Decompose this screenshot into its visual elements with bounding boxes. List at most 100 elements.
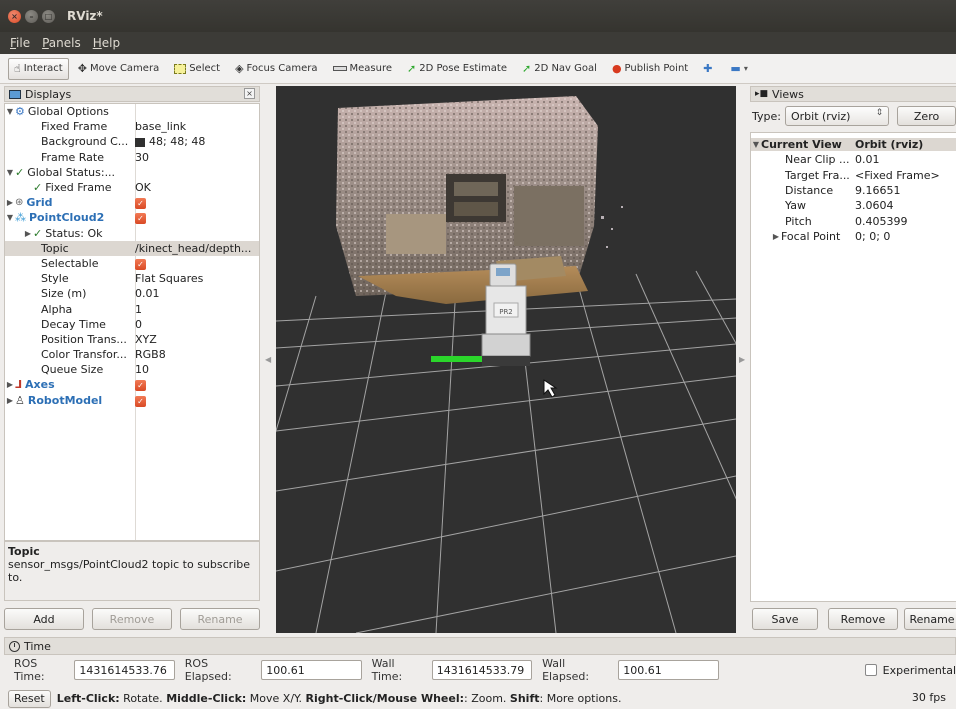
tree-row-pointcloud2[interactable]: ▼ ⁂ PointCloud2 ✓ [5,210,259,225]
row-value[interactable]: 0.405399 [855,215,956,228]
maximize-window-button[interactable]: □ [42,9,55,23]
tree-row-queue-size[interactable]: Queue Size 10 [5,362,259,377]
add-tool-button[interactable]: ✚ [697,58,721,80]
tree-row-topic[interactable]: Topic /kinect_head/depth... [5,240,259,256]
wall-time-field[interactable]: 1431614533.79 [431,660,533,680]
enabled-checkbox[interactable]: ✓ [135,395,146,407]
move-camera-tool-button[interactable]: ✥ Move Camera [72,58,165,80]
tree-row-fixed-frame-status[interactable]: ✓ Fixed Frame OK [5,180,259,195]
row-value[interactable]: 0; 0; 0 [855,230,956,243]
minimize-window-button[interactable]: – [25,9,38,23]
interact-tool-button[interactable]: ☝ Interact [8,57,69,80]
menu-help[interactable]: Help [93,36,120,50]
experimental-checkbox[interactable] [864,664,877,676]
zero-view-button[interactable]: Zero [897,106,956,126]
row-value[interactable]: 0.01 [855,153,956,166]
row-value[interactable]: 1 [135,303,259,316]
row-value: Orbit (rviz) [855,138,956,152]
enabled-checkbox[interactable]: ✓ [135,380,146,392]
row-value[interactable]: 48; 48; 48 [149,135,205,148]
view-row-current-view[interactable]: ▼ Current View Orbit (rviz) [751,137,956,152]
tree-row-frame-rate[interactable]: Frame Rate 30 [5,150,259,165]
menu-panels[interactable]: Panels [42,36,81,50]
row-value[interactable]: Flat Squares [135,272,259,285]
tree-row-axes[interactable]: ▶ ⅃ Axes ✓ [5,377,259,392]
view-row-focal-point[interactable]: ▶ Focal Point 0; 0; 0 [751,229,956,244]
remove-display-button[interactable]: Remove [92,608,172,630]
pose-estimate-tool-button[interactable]: ➚ 2D Pose Estimate [401,58,513,80]
rename-view-button[interactable]: Rename [904,608,956,630]
wall-elapsed-field[interactable]: 100.61 [618,660,719,680]
ros-time-field[interactable]: 1431614533.76 [74,660,175,680]
view-row-near-clip[interactable]: Near Clip ... 0.01 [751,152,956,167]
expand-arrow-icon[interactable]: ▼ [5,213,15,222]
row-value[interactable]: 0 [135,318,259,331]
remove-view-button[interactable]: Remove [828,608,898,630]
tree-row-position-transformer[interactable]: Position Trans... XYZ [5,332,259,347]
tree-row-global-options[interactable]: ▼ ⚙ Global Options [5,104,259,119]
view-row-yaw[interactable]: Yaw 3.0604 [751,198,956,213]
color-swatch[interactable] [135,137,145,147]
row-value[interactable]: 9.16651 [855,184,956,197]
splitter-left-arrow-icon[interactable]: ◀ [265,355,271,364]
expand-arrow-icon[interactable]: ▼ [5,168,15,177]
shelf-compartment [454,202,498,216]
collapse-arrow-icon[interactable]: ▶ [23,229,33,238]
tree-row-status-ok[interactable]: ▶ ✓ Status: Ok [5,226,259,241]
tree-row-color-transformer[interactable]: Color Transfor... RGB8 [5,347,259,362]
view-row-target-frame[interactable]: Target Fra... <Fixed Frame> [751,168,956,183]
row-name: Near Clip ... [785,153,850,167]
tree-row-global-status[interactable]: ▼ ✓ Global Status:... [5,165,259,180]
tree-row-robot-model[interactable]: ▶ ♙ RobotModel ✓ [5,393,259,408]
tree-row-alpha[interactable]: Alpha 1 [5,301,259,316]
reset-button[interactable]: Reset [8,689,51,708]
row-name: Topic [41,241,69,255]
add-display-button[interactable]: Add [4,608,84,630]
tree-row-style[interactable]: Style Flat Squares [5,271,259,286]
enabled-checkbox[interactable]: ✓ [135,198,146,210]
publish-point-tool-button[interactable]: ● Publish Point [606,58,694,80]
tree-row-grid[interactable]: ▶ ⊛ Grid ✓ [5,195,259,210]
remove-tool-button[interactable]: ▬ ▾ [724,58,753,80]
row-value[interactable]: <Fixed Frame> [855,169,956,182]
view-row-distance[interactable]: Distance 9.16651 [751,183,956,198]
close-panel-icon[interactable]: × [244,88,255,99]
tree-row-background-color[interactable]: Background C... 48; 48; 48 [5,134,259,149]
expand-arrow-icon[interactable]: ▼ [5,107,15,116]
render-viewport[interactable]: PR2 [276,86,736,633]
expand-arrow-icon[interactable]: ▼ [751,140,761,149]
collapse-arrow-icon[interactable]: ▶ [5,396,15,405]
rename-display-button[interactable]: Rename [180,608,260,630]
collapse-arrow-icon[interactable]: ▶ [5,198,15,207]
select-tool-button[interactable]: Select [168,58,226,80]
view-row-pitch[interactable]: Pitch 0.405399 [751,213,956,228]
nav-goal-tool-button[interactable]: ➚ 2D Nav Goal [516,58,603,80]
row-value[interactable]: 3.0604 [855,199,956,212]
experimental-toggle[interactable]: Experimental [864,664,956,677]
green-arrow-icon: ➚ [521,62,532,75]
row-value[interactable]: XYZ [135,333,259,346]
selectable-checkbox[interactable]: ✓ [135,258,146,270]
row-value[interactable]: /kinect_head/depth... [135,242,259,255]
row-value[interactable]: 10 [135,363,259,376]
tree-row-decay-time[interactable]: Decay Time 0 [5,317,259,332]
row-value[interactable]: RGB8 [135,348,259,361]
row-value[interactable]: 0.01 [135,287,259,300]
row-value[interactable]: 30 [135,151,259,164]
description-text: sensor_msgs/PointCloud2 topic to subscri… [8,558,251,584]
close-window-button[interactable]: × [8,9,21,23]
row-value[interactable]: base_link [135,120,259,133]
measure-tool-button[interactable]: Measure [327,58,399,80]
collapse-arrow-icon[interactable]: ▶ [771,232,781,241]
collapse-arrow-icon[interactable]: ▶ [5,380,15,389]
ros-elapsed-field[interactable]: 100.61 [261,660,362,680]
view-type-select[interactable]: Orbit (rviz) ⇕ [784,106,890,126]
splitter-right-arrow-icon[interactable]: ▶ [739,355,745,364]
enabled-checkbox[interactable]: ✓ [135,213,146,225]
tree-row-size[interactable]: Size (m) 0.01 [5,286,259,301]
menu-file[interactable]: File [10,36,30,50]
save-view-button[interactable]: Save [752,608,818,630]
focus-camera-tool-button[interactable]: ◈ Focus Camera [229,58,323,80]
tree-row-fixed-frame[interactable]: Fixed Frame base_link [5,119,259,134]
tree-row-selectable[interactable]: Selectable ✓ [5,256,259,271]
